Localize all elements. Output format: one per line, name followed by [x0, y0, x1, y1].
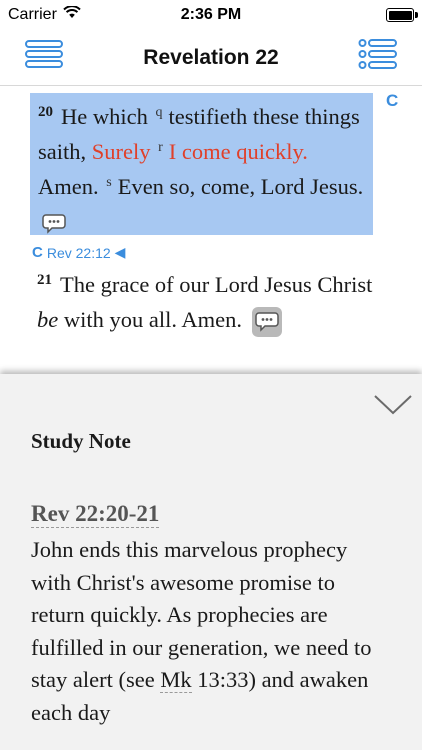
study-note-body: John ends this marvelous prophecy with C…: [31, 534, 391, 729]
speech-bubble-icon[interactable]: [251, 306, 282, 337]
verse-text: The grace of our Lord Jesus Christ: [60, 272, 373, 297]
verse-number: 20: [38, 103, 53, 120]
commentary-marker[interactable]: C: [386, 91, 398, 111]
footnote-marker-r[interactable]: r: [158, 140, 163, 155]
status-left: Carrier: [8, 5, 81, 24]
bullet-list-icon: [358, 38, 398, 75]
cross-reference-text: Rev 22:12: [46, 244, 111, 261]
cross-reference-link[interactable]: C Rev 22:12 ◀: [32, 244, 125, 261]
footnote-marker-s[interactable]: s: [106, 175, 111, 190]
wifi-icon: [63, 5, 81, 24]
commentary-marker: C: [32, 244, 43, 261]
page-title: Revelation 22: [143, 45, 279, 69]
verse-text: He which: [61, 104, 148, 129]
status-bar: Carrier 2:36 PM: [0, 0, 422, 30]
scripture-link[interactable]: Mk: [160, 667, 192, 693]
back-arrow-icon: ◀: [114, 244, 126, 260]
hamburger-menu-icon: [24, 39, 64, 74]
verse-number: 21: [37, 271, 52, 288]
italic-text: be: [37, 307, 59, 332]
bible-text-area[interactable]: 20 He which q testifieth these things sait…: [0, 87, 422, 374]
menu-button[interactable]: [22, 38, 66, 74]
red-letter-text: Surely: [91, 139, 151, 164]
chevron-down-icon: [373, 393, 413, 422]
study-note-panel[interactable]: Study Note Rev 22:20-21 John ends this m…: [0, 374, 422, 750]
study-note-heading: Study Note: [31, 429, 131, 453]
carrier-label: Carrier: [8, 6, 57, 23]
verse-21[interactable]: 21 The grace of our Lord Jesus Christ be …: [37, 267, 377, 337]
battery-icon: [386, 8, 418, 22]
list-button[interactable]: [356, 38, 400, 74]
footnote-marker-q[interactable]: q: [155, 105, 162, 120]
speech-bubble-icon[interactable]: [42, 214, 66, 234]
red-letter-text: I come quickly.: [168, 139, 308, 164]
close-panel-button[interactable]: [372, 392, 414, 422]
verse-text: with you all. Amen.: [63, 307, 242, 332]
verse-20-highlighted[interactable]: 20 He which q testifieth these things sait…: [30, 93, 373, 235]
verse-text: Amen.: [38, 174, 99, 199]
verse-text: Even so, come, Lord Jesus.: [117, 174, 364, 199]
study-note-reference[interactable]: Rev 22:20-21: [31, 500, 160, 528]
nav-bar: Revelation 22: [0, 30, 422, 86]
